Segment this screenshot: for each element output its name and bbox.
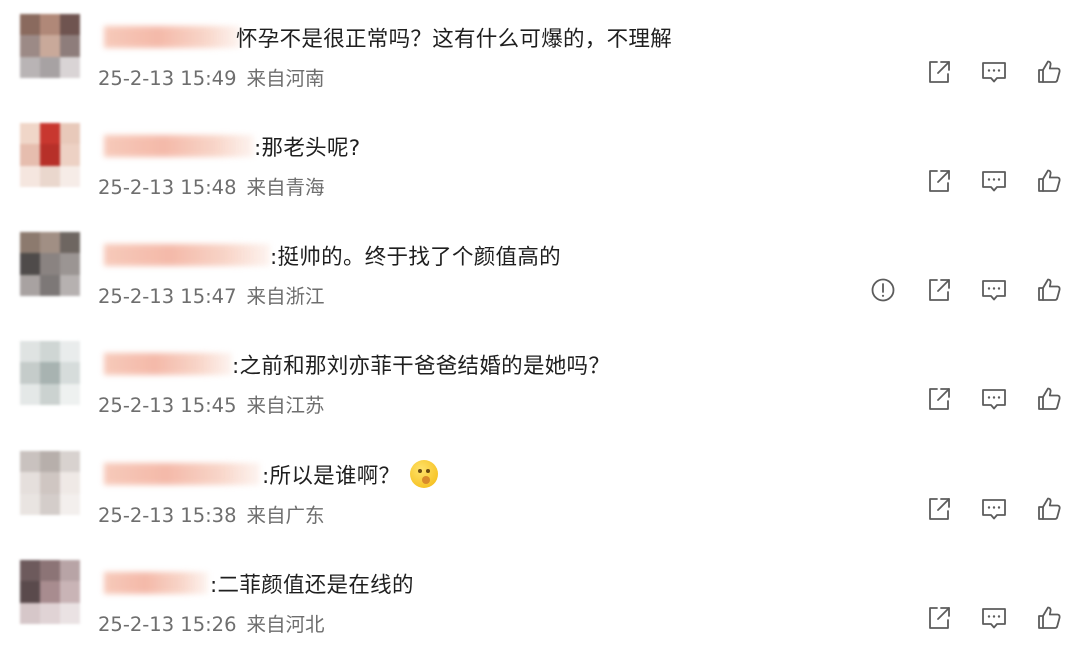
- comment-item: :所以是谁啊？ 25-2-13 15:38 来自广东: [0, 451, 1080, 560]
- comment-time: 25-2-13 15:38: [98, 504, 237, 527]
- comment-text-content: 怀孕不是很正常吗？这有什么可爆的，不理解: [236, 27, 673, 52]
- avatar[interactable]: [20, 560, 80, 624]
- comment-meta: 25-2-13 15:48 来自青海: [98, 171, 325, 200]
- comment-text: :之前和那刘亦菲干爸爸结婚的是她吗？: [232, 349, 610, 380]
- share-icon[interactable]: [924, 603, 954, 633]
- thumbs-up-icon[interactable]: [1034, 57, 1064, 87]
- share-icon[interactable]: [924, 166, 954, 196]
- comment-icon[interactable]: [979, 384, 1009, 414]
- comment-text: :挺帅的。终于找了个颜值高的: [270, 240, 561, 271]
- comment-text: :那老头呢?: [254, 131, 360, 162]
- avatar[interactable]: [20, 451, 80, 515]
- exclamation-circle-icon[interactable]: [868, 275, 898, 305]
- username-blurred[interactable]: [104, 463, 260, 485]
- comment-location: 来自青海: [246, 176, 325, 199]
- comment-item: 怀孕不是很正常吗？这有什么可爆的，不理解 25-2-13 15:49 来自河南: [0, 14, 1080, 123]
- comment-meta: 25-2-13 15:45 来自江苏: [98, 389, 325, 418]
- share-icon[interactable]: [924, 494, 954, 524]
- comment-item: :二菲颜值还是在线的 25-2-13 15:26 来自河北: [0, 560, 1080, 661]
- thumbs-up-icon[interactable]: [1034, 603, 1064, 633]
- avatar[interactable]: [20, 123, 80, 187]
- comment-text: 怀孕不是很正常吗？这有什么可爆的，不理解: [236, 22, 672, 53]
- username-blurred[interactable]: [104, 244, 270, 266]
- shushing-face-emoji: [410, 460, 439, 488]
- comment-location: 来自河南: [246, 67, 325, 90]
- comment-time: 25-2-13 15:26: [98, 613, 237, 636]
- comment-icon[interactable]: [979, 166, 1009, 196]
- comment-item: :那老头呢? 25-2-13 15:48 来自青海: [0, 123, 1080, 232]
- comment-icon[interactable]: [979, 603, 1009, 633]
- comment-item: :之前和那刘亦菲干爸爸结婚的是她吗？ 25-2-13 15:45 来自江苏: [0, 341, 1080, 450]
- comment-icon[interactable]: [979, 494, 1009, 524]
- thumbs-up-icon[interactable]: [1034, 166, 1064, 196]
- avatar[interactable]: [20, 14, 80, 78]
- comment-time: 25-2-13 15:49: [98, 67, 237, 90]
- username-blurred[interactable]: [104, 135, 254, 157]
- comment-location: 来自浙江: [246, 285, 325, 308]
- comment-list: 怀孕不是很正常吗？这有什么可爆的，不理解 25-2-13 15:49 来自河南 :…: [0, 0, 1080, 661]
- username-blurred[interactable]: [104, 26, 240, 48]
- comment-meta: 25-2-13 15:47 来自浙江: [98, 280, 325, 309]
- comment-location: 来自河北: [246, 613, 325, 636]
- comment-location: 来自广东: [246, 504, 325, 527]
- username-blurred[interactable]: [104, 572, 208, 594]
- thumbs-up-icon[interactable]: [1034, 384, 1064, 414]
- comment-icon[interactable]: [979, 275, 1009, 305]
- comment-text: :二菲颜值还是在线的: [210, 568, 414, 599]
- comment-item: :挺帅的。终于找了个颜值高的 25-2-13 15:47 来自浙江: [0, 232, 1080, 341]
- comment-meta: 25-2-13 15:38 来自广东: [98, 499, 325, 528]
- comment-time: 25-2-13 15:47: [98, 285, 237, 308]
- thumbs-up-icon[interactable]: [1034, 494, 1064, 524]
- comment-text-content: :之前和那刘亦菲干爸爸结婚的是她吗？: [232, 354, 611, 379]
- comment-text: :所以是谁啊？: [262, 459, 439, 490]
- username-blurred[interactable]: [104, 353, 232, 375]
- comment-location: 来自江苏: [246, 394, 325, 417]
- comment-meta: 25-2-13 15:26 来自河北: [98, 608, 325, 637]
- avatar[interactable]: [20, 341, 80, 405]
- comment-text-content: :二菲颜值还是在线的: [210, 573, 414, 598]
- share-icon[interactable]: [924, 57, 954, 87]
- share-icon[interactable]: [924, 384, 954, 414]
- share-icon[interactable]: [924, 275, 954, 305]
- avatar[interactable]: [20, 232, 80, 296]
- thumbs-up-icon[interactable]: [1034, 275, 1064, 305]
- comment-icon[interactable]: [979, 57, 1009, 87]
- comment-text-content: :那老头呢?: [254, 136, 361, 161]
- comment-time: 25-2-13 15:45: [98, 394, 237, 417]
- comment-meta: 25-2-13 15:49 来自河南: [98, 62, 325, 91]
- comment-text-content: :所以是谁啊？: [262, 464, 401, 489]
- comment-text-content: :挺帅的。终于找了个颜值高的: [270, 245, 561, 270]
- comment-time: 25-2-13 15:48: [98, 176, 237, 199]
